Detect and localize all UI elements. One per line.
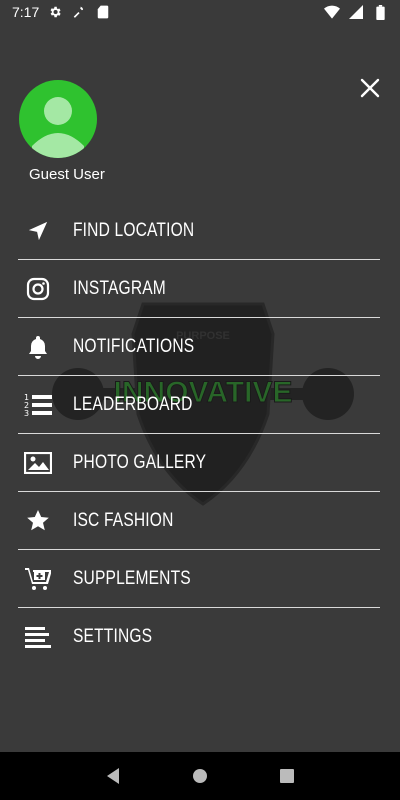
status-bar: 7:17 <box>0 0 400 24</box>
menu-item-find-location[interactable]: FIND LOCATION <box>18 202 380 260</box>
navigation-drawer: PURPOSE INNOVATIVE Guest User FIND LOCAT… <box>0 24 400 754</box>
user-icon <box>32 97 84 158</box>
close-icon <box>360 78 380 98</box>
svg-text:3: 3 <box>24 409 29 418</box>
menu-item-instagram[interactable]: INSTAGRAM <box>18 260 380 318</box>
cart-add-icon <box>18 559 58 599</box>
menu-item-settings[interactable]: SETTINGS <box>18 608 380 666</box>
home-button[interactable] <box>188 764 212 788</box>
status-time: 7:17 <box>12 4 40 20</box>
menu-item-label: SETTINGS <box>73 626 153 647</box>
wifi-icon <box>324 4 340 20</box>
lines-icon <box>18 617 58 657</box>
recents-button[interactable] <box>275 764 299 788</box>
navigation-arrow-icon <box>18 211 58 251</box>
menu-item-label: INSTAGRAM <box>73 277 166 299</box>
menu-item-notifications[interactable]: NOTIFICATIONS <box>18 318 380 376</box>
close-button[interactable] <box>358 76 382 100</box>
instagram-icon <box>18 269 58 309</box>
home-icon <box>192 769 207 783</box>
system-nav-bar <box>0 752 400 800</box>
back-button[interactable] <box>101 764 125 788</box>
back-icon <box>107 768 120 784</box>
battery-icon <box>372 4 388 20</box>
profile-name: Guest User <box>29 166 105 183</box>
menu-item-label: LEADERBOARD <box>73 393 193 415</box>
star-icon <box>18 501 58 541</box>
menu-item-label: FIND LOCATION <box>73 219 195 241</box>
signal-icon <box>348 4 364 20</box>
avatar[interactable] <box>19 80 97 158</box>
sd-card-icon <box>95 4 111 20</box>
settings-icon <box>47 4 63 20</box>
bell-icon <box>18 327 58 367</box>
drawer-menu: FIND LOCATION INSTAGRAM NOTIFICATIONS 1 … <box>18 202 380 666</box>
menu-item-isc-fashion[interactable]: ISC FASHION <box>18 492 380 550</box>
menu-item-leaderboard[interactable]: 1 2 3 LEADERBOARD <box>18 376 380 434</box>
menu-item-label: NOTIFICATIONS <box>73 335 195 357</box>
photo-icon <box>18 443 58 483</box>
numbered-list-icon: 1 2 3 <box>18 385 58 425</box>
menu-item-label: PHOTO GALLERY <box>73 451 207 473</box>
menu-item-label: ISC FASHION <box>73 509 174 531</box>
recents-icon <box>279 769 294 783</box>
menu-item-photo-gallery[interactable]: PHOTO GALLERY <box>18 434 380 492</box>
menu-item-label: SUPPLEMENTS <box>73 567 191 589</box>
menu-item-supplements[interactable]: SUPPLEMENTS <box>18 550 380 608</box>
wrench-icon <box>71 4 87 20</box>
